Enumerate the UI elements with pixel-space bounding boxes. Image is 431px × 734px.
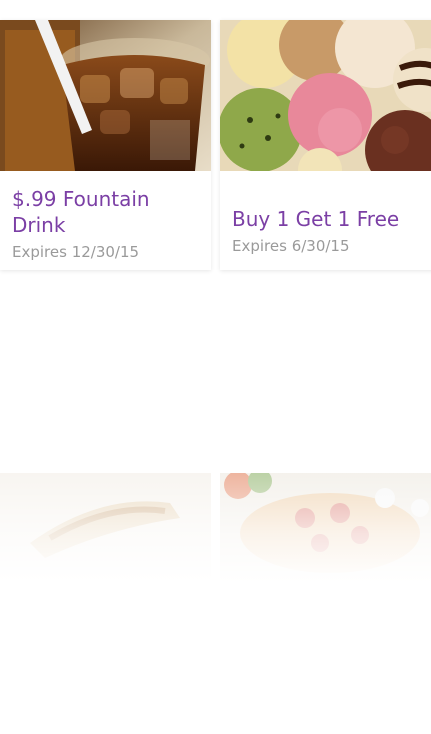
coupon-grid-page: $.99 Fountain Drink Expires 12/30/15 Buy… xyxy=(0,0,431,734)
ice-cream-scoops-image xyxy=(220,20,431,171)
coupon-card-bogo-ice-cream[interactable]: Buy 1 Get 1 Free Expires 6/30/15 xyxy=(220,20,431,270)
soda-cup-image xyxy=(0,20,211,171)
coupon-title: Buy 1 Get 1 Free xyxy=(232,207,400,231)
coupon-expiry: Expires 12/30/15 xyxy=(12,243,140,261)
coupon-card-hot-dog[interactable] xyxy=(0,473,211,583)
coupon-title: $.99 Fountain Drink xyxy=(12,187,150,237)
coupon-card-fountain-drink[interactable]: $.99 Fountain Drink Expires 12/30/15 xyxy=(0,20,211,270)
loading-fade-overlay xyxy=(0,473,211,583)
coupon-card-pizza[interactable] xyxy=(220,473,431,583)
coupon-expiry: Expires 6/30/15 xyxy=(232,237,350,255)
loading-fade-overlay xyxy=(220,473,431,583)
